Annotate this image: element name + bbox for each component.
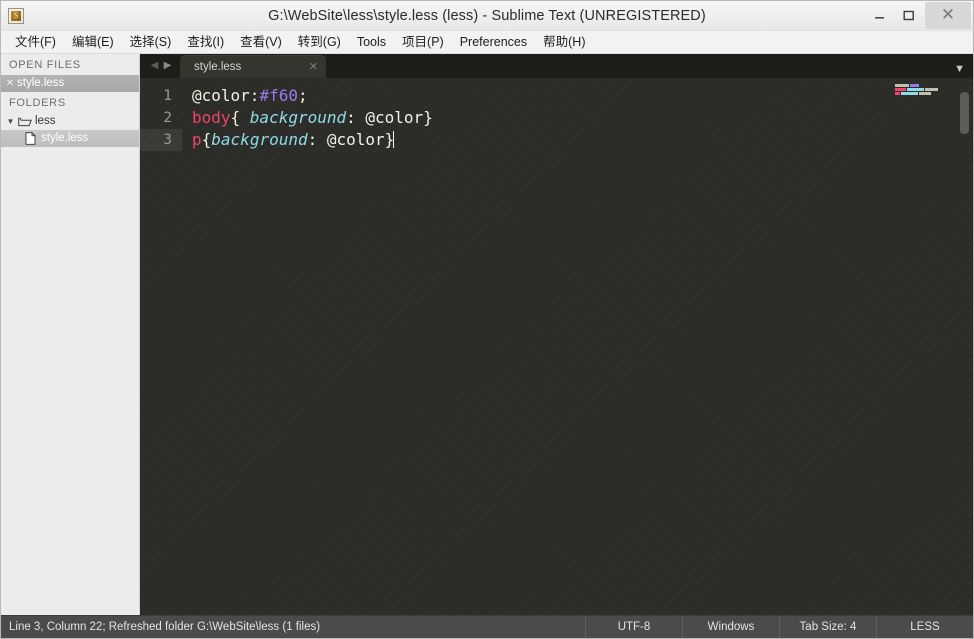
editor-body: 1 2 3 @color:#f60; body{ background: @co… [140,78,973,615]
open-files-header: OPEN FILES [9,59,81,71]
menu-item-project[interactable]: 项目(P) [394,33,452,52]
file-icon [23,132,37,145]
title-bar: S G:\WebSite\less\style.less (less) - Su… [1,1,973,31]
menu-item-find[interactable]: 查找(I) [179,33,232,52]
text-caret [393,131,395,148]
menu-item-selection[interactable]: 选择(S) [122,33,180,52]
open-file-label: style.less [17,77,65,89]
code-line-3: p{background: @color} [182,129,889,151]
minimap-line [895,84,973,87]
sublime-text-icon: S [8,8,24,24]
minimize-button[interactable] [865,6,894,26]
code-area[interactable]: @color:#f60; body{ background: @color} p… [182,78,889,615]
line-number-active: 3 [140,129,182,151]
tab-style-less[interactable]: style.less ✕ [180,55,326,78]
app-icon-glyph: S [11,11,21,21]
window-controls: ✕ [865,1,973,30]
menu-item-file[interactable]: 文件(F) [7,33,64,52]
minimap[interactable] [889,78,973,615]
tab-label: style.less [194,60,242,73]
close-icon[interactable]: ✕ [309,60,318,73]
token-value: : @color} [346,108,433,127]
minimize-icon [875,17,884,19]
menu-item-help[interactable]: 帮助(H) [535,33,593,52]
menu-item-goto[interactable]: 转到(G) [290,33,349,52]
folders-header: FOLDERS [9,97,66,109]
minimap-scrollbar[interactable] [960,92,969,134]
menu-item-view[interactable]: 查看(V) [232,33,290,52]
folder-item-less[interactable]: ▼ less [1,113,139,130]
editor-pane: ◀ ▶ style.less ✕ ▼ 1 2 3 @color:#f60; bo… [140,54,973,615]
token-hex-color: #f60 [259,86,298,105]
status-tab-size[interactable]: Tab Size: 4 [779,616,876,638]
sublime-text-window: S G:\WebSite\less\style.less (less) - Su… [0,0,974,639]
token-property: background [211,130,308,149]
token-brace-open: { [201,130,212,149]
line-number: 1 [163,88,172,104]
status-line-endings[interactable]: Windows [682,616,779,638]
status-encoding[interactable]: UTF-8 [585,616,682,638]
main-area: OPEN FILES ✕ style.less FOLDERS ▼ less s… [1,54,973,615]
token-selector: p [192,130,202,149]
minimap-line [895,88,973,91]
menu-item-preferences[interactable]: Preferences [452,33,535,52]
close-button[interactable]: ✕ [925,2,971,29]
nav-forward-icon[interactable]: ▶ [161,61,174,71]
tab-nav-arrows: ◀ ▶ [146,54,180,78]
token-property: background [249,108,347,127]
token-brace-open: { [230,108,250,127]
nav-back-icon[interactable]: ◀ [148,61,161,71]
menu-item-edit[interactable]: 编辑(E) [64,33,122,52]
maximize-icon [903,10,914,21]
menu-item-tools[interactable]: Tools [349,33,394,52]
status-bar: Line 3, Column 22; Refreshed folder G:\W… [1,615,973,638]
line-number-gutter: 1 2 3 [140,78,182,615]
open-file-item-style-less[interactable]: ✕ style.less [1,75,139,92]
folder-file-label: style.less [41,132,89,144]
status-syntax[interactable]: LESS [876,616,973,638]
token-selector: body [192,108,231,127]
tab-bar: ◀ ▶ style.less ✕ ▼ [140,54,973,78]
code-line-2: body{ background: @color} [182,107,889,129]
folder-label: less [35,115,56,127]
code-line-1: @color:#f60; [182,85,889,107]
chevron-down-icon[interactable]: ▼ [954,64,965,75]
sidebar: OPEN FILES ✕ style.less FOLDERS ▼ less s… [1,54,140,615]
token-value: : @color} [307,130,395,149]
folder-file-item-style-less[interactable]: style.less [1,130,139,147]
folder-open-icon [17,116,32,128]
maximize-button[interactable] [894,6,923,26]
window-title: G:\WebSite\less\style.less (less) - Subl… [268,7,706,24]
menu-bar: 文件(F) 编辑(E) 选择(S) 查找(I) 查看(V) 转到(G) Tool… [1,31,973,54]
token-semicolon: ; [297,86,308,105]
chevron-down-icon[interactable]: ▼ [4,117,17,126]
close-icon[interactable]: ✕ [3,78,17,89]
status-message: Line 3, Column 22; Refreshed folder G:\W… [9,621,321,633]
line-number: 2 [163,110,172,126]
token-variable: @color: [192,86,260,105]
